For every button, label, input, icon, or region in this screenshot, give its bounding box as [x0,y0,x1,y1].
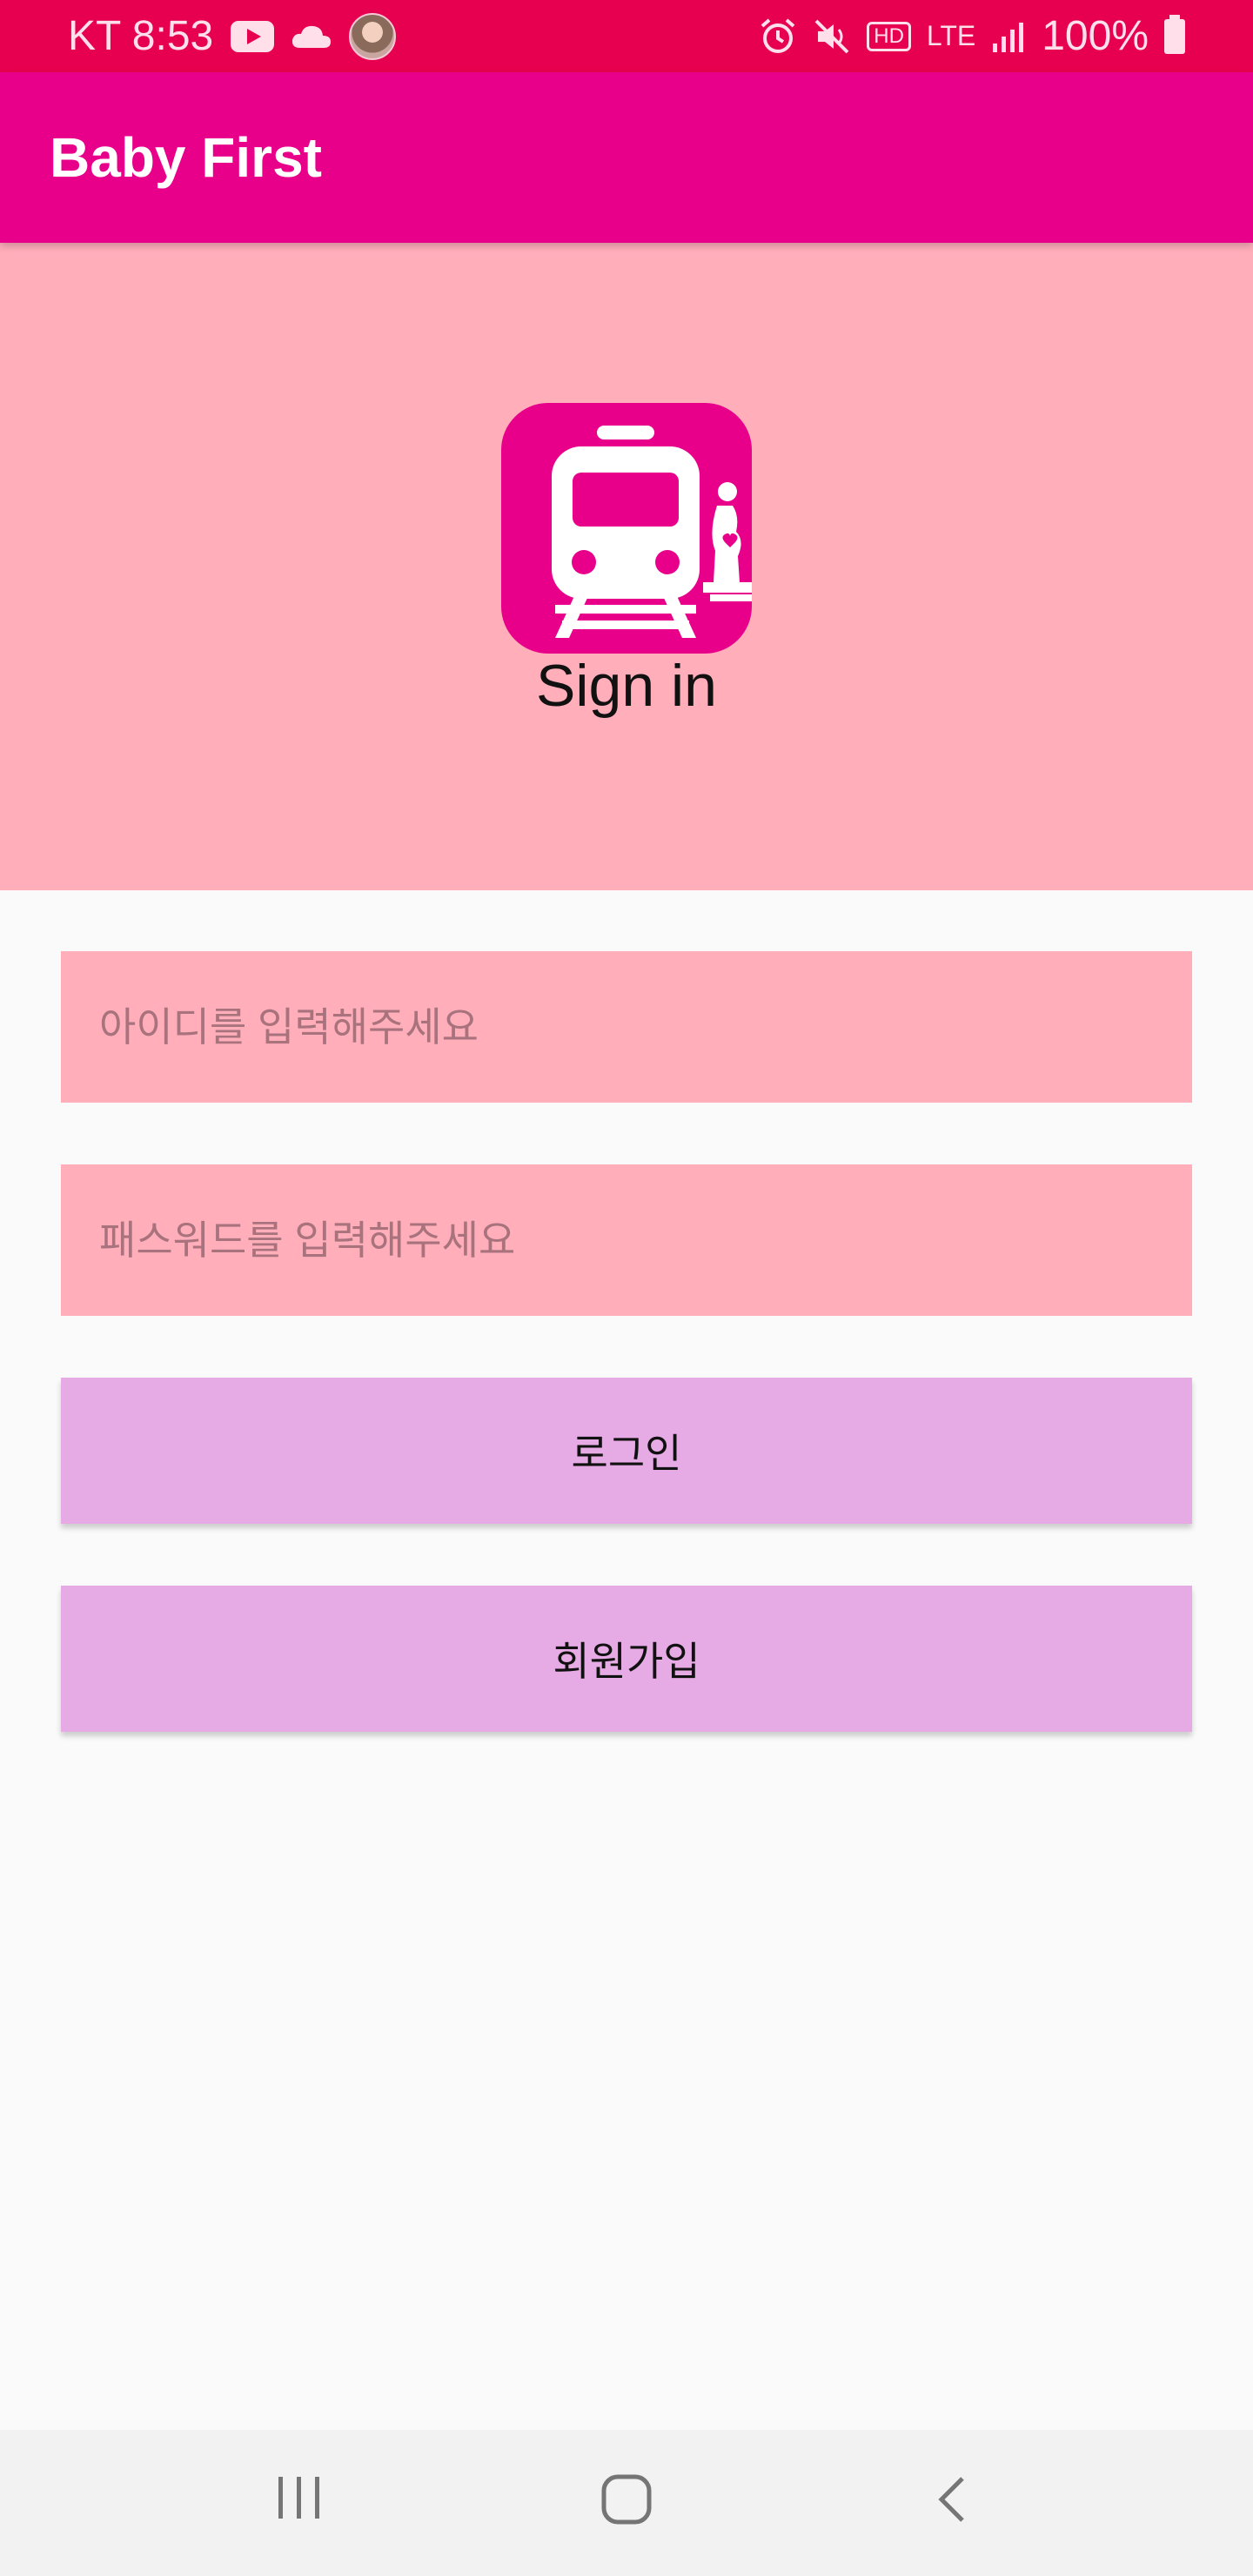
app-bar: Baby First [0,72,1253,243]
nav-bar [0,2430,1253,2576]
status-right: HD LTE 100% [759,12,1185,60]
signup-button[interactable]: 회원가입 [61,1586,1192,1732]
youtube-icon [231,20,275,52]
app-title: Baby First [50,126,322,189]
avatar [349,12,397,60]
alarm-icon [759,17,797,56]
id-input[interactable] [61,951,1192,1103]
signal-icon [991,19,1026,54]
header-panel: Sign in [0,243,1253,890]
status-bar: KT 8:53 HD LTE 100% [0,0,1253,72]
recent-apps-icon[interactable] [275,2473,324,2526]
back-icon[interactable] [929,2473,973,2530]
login-button[interactable]: 로그인 [61,1378,1192,1524]
status-left: KT 8:53 [68,12,397,60]
battery-percent: 100% [1042,13,1149,59]
password-input[interactable] [61,1164,1192,1316]
sign-in-title: Sign in [536,653,717,719]
mute-icon [813,17,851,56]
home-icon[interactable] [599,2472,654,2532]
hd-badge: HD [867,21,911,51]
battery-icon [1164,14,1185,54]
cloud-icon [291,23,332,50]
network-type: LTE [926,20,976,51]
subway-train-pregnant-woman-icon [501,403,752,654]
carrier-time: KT 8:53 [68,13,214,59]
